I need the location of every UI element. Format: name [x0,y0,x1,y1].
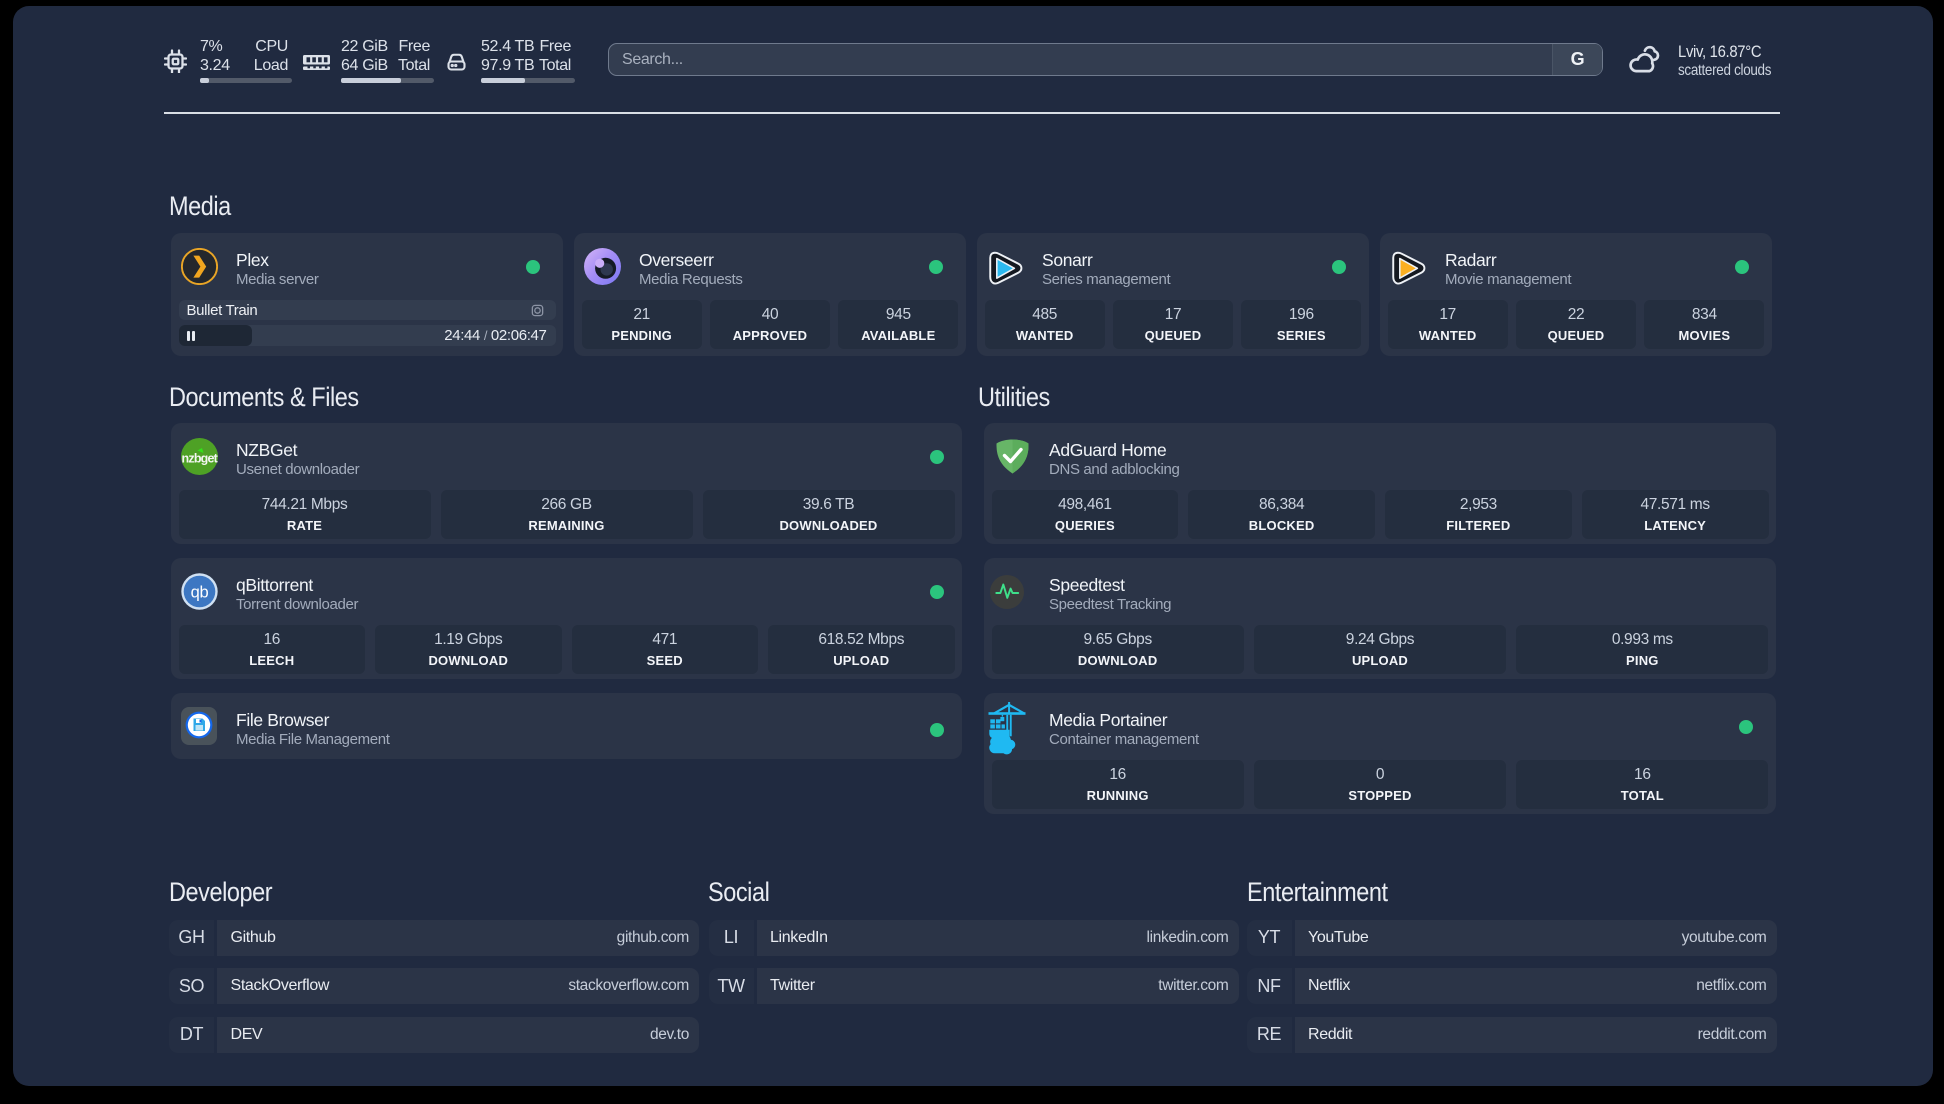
svg-text:nzbget: nzbget [182,452,218,466]
svg-text:qb: qb [191,584,209,602]
